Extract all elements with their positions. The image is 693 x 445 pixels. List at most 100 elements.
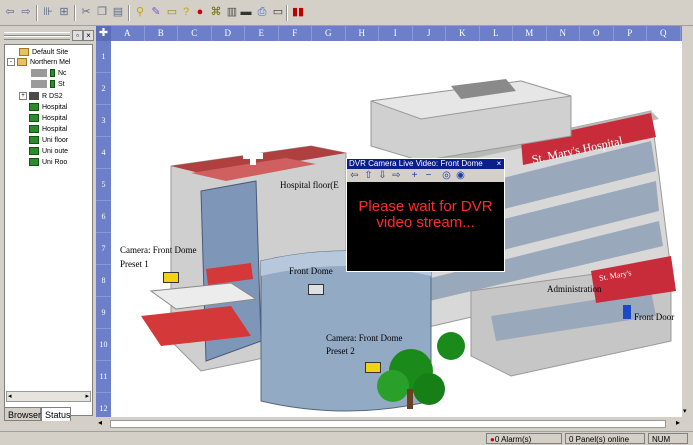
preset-2-label[interactable]: Preset 2 xyxy=(326,346,355,356)
panel-status: 0 Panel(s) online xyxy=(565,433,645,444)
scroll-down-icon[interactable]: ▾ xyxy=(683,407,687,415)
camera-icon[interactable] xyxy=(308,284,324,295)
row-header: 1 2 3 4 5 6 7 8 9 10 11 12 xyxy=(96,41,111,417)
zoom-out-icon[interactable]: ◎ xyxy=(441,170,452,181)
tree-horizontal-scrollbar[interactable]: ◂ ▸ xyxy=(6,391,91,402)
folder-icon xyxy=(19,48,29,57)
hospital-floor-label[interactable]: Hospital floor(E xyxy=(280,180,339,190)
tree-item-hospital-2[interactable]: Hospital xyxy=(29,114,67,124)
dvr-wait-message: Please wait for DVR video stream... xyxy=(358,198,493,231)
num-lock-indicator: NUM xyxy=(648,433,688,444)
video-icon[interactable]: ▬ xyxy=(240,4,252,21)
tab-status[interactable]: Status xyxy=(41,407,71,421)
column-label: A xyxy=(111,26,145,41)
door-icon[interactable]: ▥ xyxy=(226,4,238,21)
tab-browser[interactable]: Browser xyxy=(4,407,41,421)
monitor-icon[interactable]: ▭ xyxy=(272,4,284,21)
scroll-right-icon[interactable]: ▸ xyxy=(676,418,680,427)
forward-arrow-icon[interactable]: ⇨ xyxy=(20,4,32,21)
column-label: L xyxy=(480,26,513,41)
toolbar-separator xyxy=(74,5,76,21)
toolbar-separator xyxy=(128,5,130,21)
camera-front-dome-label-2[interactable]: Camera: Front Dome xyxy=(326,333,402,343)
site-tree: Default Site - Northern Mel Nc St + R DS2 … xyxy=(4,44,93,416)
row-label: 7 xyxy=(96,233,111,265)
minus-icon[interactable]: − xyxy=(423,170,434,181)
pane-title-bar: ▫ × xyxy=(4,30,94,41)
column-label: F xyxy=(279,26,312,41)
row-label: 3 xyxy=(96,105,111,137)
link-icon[interactable]: ⚲ xyxy=(134,4,146,21)
right-arrow-icon[interactable]: ⇨ xyxy=(391,170,402,181)
copy-icon[interactable]: ❐ xyxy=(96,4,108,21)
map-icon xyxy=(29,147,39,156)
back-arrow-icon[interactable]: ⇦ xyxy=(4,4,16,21)
camera-icon[interactable] xyxy=(365,362,381,373)
camera-icon[interactable]: ▭ xyxy=(166,4,178,21)
scroll-right-icon[interactable]: ▸ xyxy=(85,392,89,401)
folder-icon xyxy=(17,58,27,67)
sensor-icon[interactable]: ⌘ xyxy=(210,4,222,21)
tree-item-hospital-1[interactable]: Hospital xyxy=(29,103,67,113)
scroll-left-icon[interactable]: ◂ xyxy=(98,418,102,427)
tree-item-nc[interactable]: Nc xyxy=(31,69,67,79)
tree-item-hospital-3[interactable]: Hospital xyxy=(29,125,67,135)
pen-icon[interactable]: ✎ xyxy=(150,4,162,21)
alarm-status: ●0 Alarm(s) xyxy=(486,433,562,444)
column-label: O xyxy=(580,26,614,41)
device-icon xyxy=(31,80,47,89)
print-icon[interactable]: ⎙ xyxy=(256,4,268,21)
column-label: Q xyxy=(647,26,681,41)
paste-icon[interactable]: ▤ xyxy=(112,4,124,21)
map-horizontal-scrollbar[interactable]: ◂ ▸ xyxy=(96,417,682,431)
row-label: 10 xyxy=(96,329,111,361)
tree-item-st[interactable]: St xyxy=(31,80,65,90)
scroll-left-icon[interactable]: ◂ xyxy=(8,392,12,401)
zoom-in-icon[interactable]: ◉ xyxy=(455,170,466,181)
front-dome-label[interactable]: Front Dome xyxy=(289,266,333,276)
row-label: 8 xyxy=(96,265,111,297)
help-icon[interactable]: ? xyxy=(180,4,192,21)
pane-pin-icon[interactable]: ▫ xyxy=(72,30,83,41)
grid-icon[interactable]: ⊞ xyxy=(58,4,70,21)
up-arrow-icon[interactable]: ⇧ xyxy=(363,170,374,181)
dvr-close-icon[interactable]: × xyxy=(495,159,503,168)
administration-label[interactable]: Administration xyxy=(547,284,602,294)
tree-item-northern-mel[interactable]: - Northern Mel xyxy=(7,58,70,68)
row-label: 11 xyxy=(96,361,111,393)
cut-icon[interactable]: ✂ xyxy=(80,4,92,21)
pane-close-icon[interactable]: × xyxy=(83,30,94,41)
collapse-icon[interactable]: - xyxy=(7,58,15,67)
tree-item-uni-roo[interactable]: Uni Roo xyxy=(29,158,67,168)
row-label: 9 xyxy=(96,297,111,329)
camera-icon[interactable] xyxy=(163,272,179,283)
map-vertical-scrollbar[interactable]: ▾ xyxy=(682,26,693,417)
exit-icon[interactable]: ▮▮ xyxy=(292,4,304,21)
tree-item-default-site[interactable]: Default Site xyxy=(19,48,68,58)
dvr-window-title[interactable]: DVR Camera Live Video: Front Dome xyxy=(347,159,504,169)
expand-icon[interactable]: + xyxy=(19,92,27,101)
dvr-live-video-window[interactable]: DVR Camera Live Video: Front Dome × ⇦ ⇧ … xyxy=(346,158,505,272)
preset-1-label[interactable]: Preset 1 xyxy=(120,259,149,269)
split-view-icon[interactable]: ⊪ xyxy=(42,4,54,21)
map-icon xyxy=(29,136,39,145)
camera-front-dome-label[interactable]: Camera: Front Dome xyxy=(120,245,196,255)
tree-item-r-ds2[interactable]: + R DS2 xyxy=(19,92,63,102)
grid-corner-icon[interactable]: ✚ xyxy=(96,26,111,41)
status-icon xyxy=(50,80,55,89)
row-label: 1 xyxy=(96,41,111,73)
row-label: 2 xyxy=(96,73,111,105)
front-door-label[interactable]: Front Door xyxy=(634,312,674,322)
scroll-track[interactable] xyxy=(110,420,666,428)
row-label: 6 xyxy=(96,201,111,233)
device-icon xyxy=(31,69,47,78)
column-label: P xyxy=(614,26,647,41)
left-arrow-icon[interactable]: ⇦ xyxy=(349,170,360,181)
tree-item-uni-oute[interactable]: Uni oute xyxy=(29,147,68,157)
tree-item-uni-floor[interactable]: Uni floor xyxy=(29,136,68,146)
down-arrow-icon[interactable]: ⇩ xyxy=(377,170,388,181)
map-icon xyxy=(29,103,39,112)
plus-icon[interactable]: + xyxy=(409,170,420,181)
column-label: D xyxy=(212,26,245,41)
alarm-icon[interactable]: ● xyxy=(194,4,206,21)
